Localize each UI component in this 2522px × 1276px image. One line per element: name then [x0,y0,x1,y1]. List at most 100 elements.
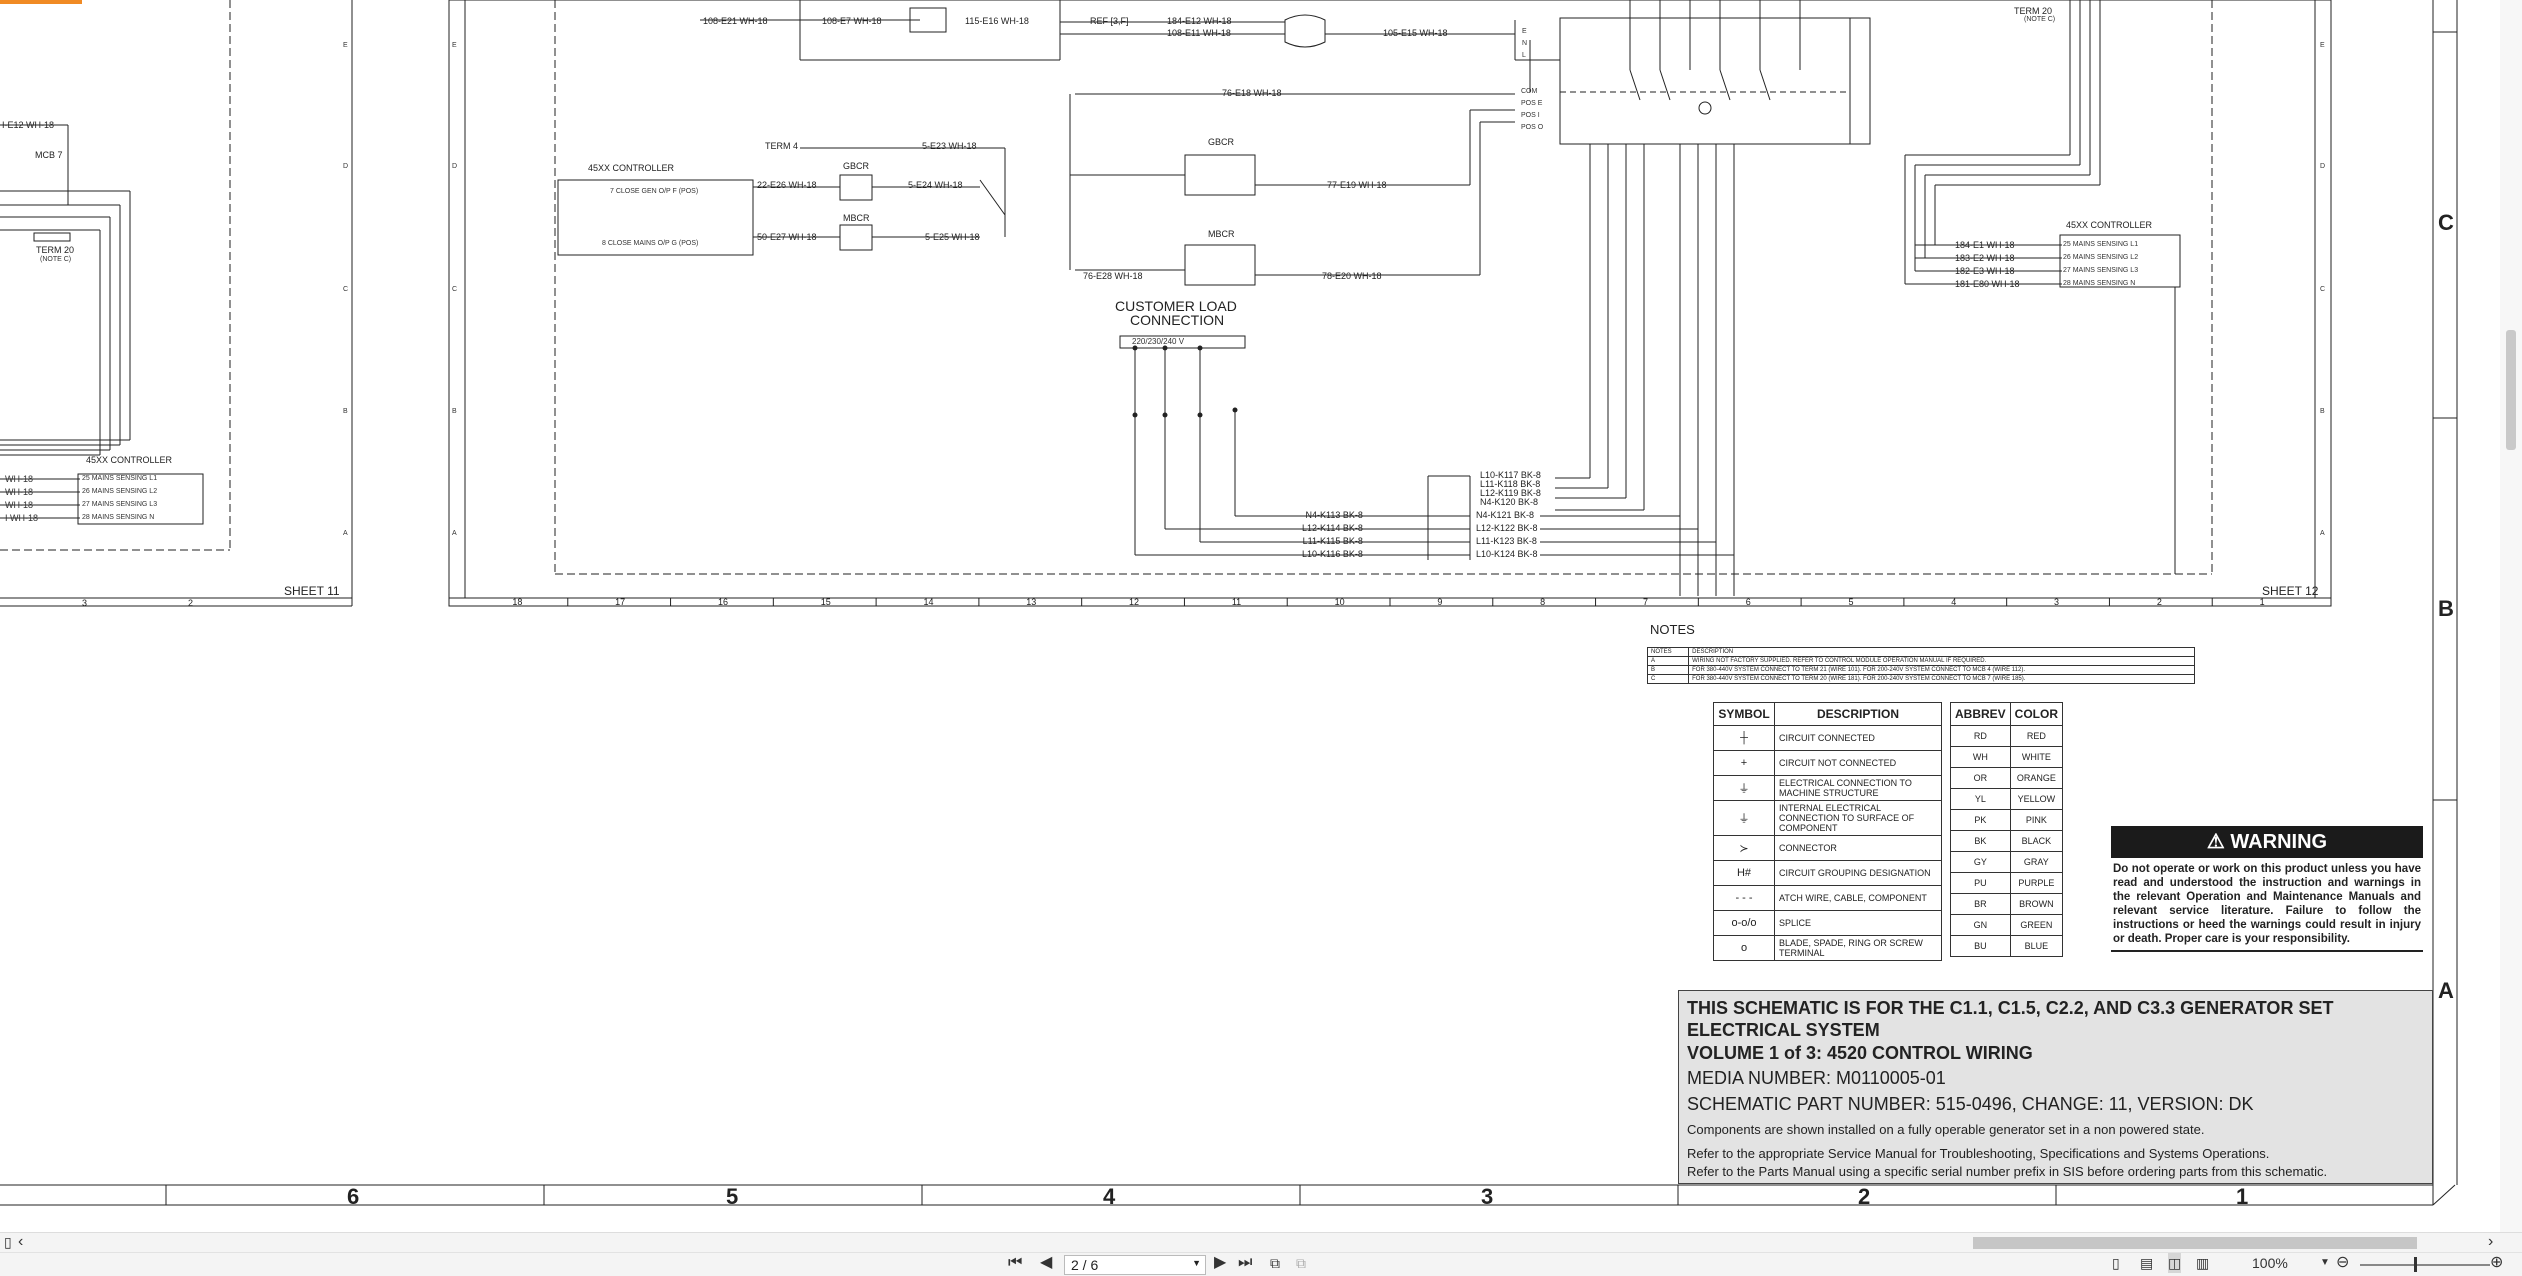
abbrev-row: BU BLUE [1950,935,2064,957]
fit-page-icon[interactable]: ⧉ [1270,1253,1280,1273]
main-zone-b: B [452,408,457,415]
scroll-left-icon[interactable]: ‹ [18,1232,23,1252]
notes-row: C FOR 380-440V SYSTEM CONNECT TO TERM 20… [1646,674,2195,684]
warning-header: ⚠ WARNING [2111,826,2423,858]
zoom-slider-handle[interactable] [2414,1257,2417,1272]
symbol-description: CIRCUIT NOT CONNECTED [1774,750,1942,776]
abbrev-code: GN [1950,914,2011,936]
right-controller-pins: 25 MAINS SENSING L1 26 MAINS SENSING L2 … [2063,241,2138,293]
symbol-description: CIRCUIT GROUPING DESIGNATION [1774,860,1942,886]
title-note-1: Components are shown installed on a full… [1687,1122,2205,1137]
left-sheet-label: SHEET 11 [284,584,340,598]
symbol-rows: ┼ CIRCUIT CONNECTED + CIRCUIT NOT CONNECTED… [1713,725,1942,961]
vertical-scrollbar[interactable] [2500,0,2522,1232]
left-wire-top: I-E12 WH-18 [2,120,55,130]
ruler-number: 5 [1848,597,1854,607]
ruler-number: 4 [1951,597,1957,607]
wire-76-e18: 76-E18 WH-18 [1222,88,1282,98]
main-controller-title: 45XX CONTROLLER [588,163,675,173]
description-header: DESCRIPTION [1774,702,1942,726]
ruler-number: 12 [1129,597,1140,607]
main-zone-a-right: A [2320,530,2325,537]
ruler-number: 3 [2054,597,2060,607]
notes-header-row: NOTES DESCRIPTION [1646,647,2195,657]
right-controller-wires: 184-E1 WH-18 183-E2 WH-18 182-E3 WH-18 1… [1955,240,2020,292]
rc-pin-3: 27 MAINS SENSING L3 [2063,267,2139,274]
scroll-right-icon[interactable]: › [2488,1232,2493,1252]
notes-row-key: B [1646,665,1690,675]
abbrev-color: BROWN [2009,893,2064,915]
abbrev-color: BLACK [2009,830,2064,852]
horizontal-scroll-thumb[interactable] [1973,1237,2417,1249]
abbrev-row: OR ORANGE [1950,767,2064,789]
warning-triangle-icon: ⚠ [2206,831,2225,853]
horizontal-scrollbar[interactable]: ▯ ‹ › [0,1232,2522,1253]
abbrev-row: GY GRAY [1950,851,2064,873]
symbol-description: CIRCUIT CONNECTED [1774,725,1942,751]
breaker-side-n: N [1522,40,1528,47]
abbrev-code: YL [1950,788,2011,810]
left-term-note: (NOTE C) [40,256,72,263]
main-zone-b-right: B [2320,408,2325,415]
abbrev-row: BK BLACK [1950,830,2064,852]
wire-77-e19: 77-E19 WH-18 [1327,180,1387,190]
symbol-table: SYMBOL DESCRIPTION ┼ CIRCUIT CONNECTED + CI… [1713,702,1942,961]
warning-box: ⚠ WARNING Do not operate or work on this… [2111,826,2423,952]
page-selector[interactable]: 2 / 6 ▼ [1064,1255,1206,1275]
left-zone-a: A [343,530,348,537]
title-note-2: Refer to the appropriate Service Manual … [1687,1146,2270,1161]
symbol-description: ELECTRICAL CONNECTION TO MACHINE STRUCTU… [1774,775,1942,801]
zoom-out-icon[interactable]: ⊖ [2336,1253,2349,1273]
left-mcb-label: MCB 7 [35,150,63,160]
left-pin-3: 27 MAINS SENSING L3 [82,501,158,508]
abbrev-color: GRAY [2009,851,2064,873]
abbrev-code: RD [1950,725,2011,747]
prev-page-icon[interactable]: ◀ [1040,1253,1052,1273]
symbol-row: + CIRCUIT NOT CONNECTED [1713,750,1942,776]
copy-icon[interactable]: ⧉ [1296,1253,1306,1273]
single-page-view-icon[interactable]: ▯ [2112,1253,2120,1273]
left-controller-wires: WH-18 WH-18 WH-18 I WH-18 [5,474,38,526]
two-page-continuous-icon[interactable]: ▥ [2196,1253,2209,1273]
ruler-number: 8 [1540,597,1546,607]
last-page-icon[interactable]: ⏭ [1238,1253,1252,1273]
term20-top-note: (NOTE C) [2024,16,2056,23]
breaker-side-e: E [1522,28,1527,35]
wire-5-e25: 5-E25 WH-18 [925,232,980,242]
abbrev-color: WHITE [2009,746,2064,768]
left-controller-title: 45XX CONTROLLER [86,455,173,465]
k-wire-l11-k123: L11-K123 BK-8 [1476,536,1537,546]
two-page-view-icon[interactable]: ◫ [2168,1253,2182,1273]
abbrev-row: WH WHITE [1950,746,2064,768]
panel-toggle-icon[interactable]: ▯ [4,1232,12,1252]
title-line-1: THIS SCHEMATIC IS FOR THE C1.1, C1.5, C2… [1687,998,2334,1018]
voltage-label: 220/230/240 V [1132,337,1185,346]
zoom-in-icon[interactable]: ⊕ [2490,1253,2503,1273]
zoom-level[interactable]: 100% [2252,1253,2288,1273]
notes-row-desc: WIRING NOT FACTORY SUPPLIED. REFER TO CO… [1688,656,2195,666]
border-zone-a: A [2438,978,2454,1003]
symbol-row: ≻ CONNECTOR [1713,835,1942,861]
rc-wire-184-e1: 184-E1 WH-18 [1955,240,2015,250]
notes-row-desc: FOR 380-440V SYSTEM CONNECT TO TERM 20 (… [1688,674,2195,684]
first-page-icon[interactable]: ⏮ [1008,1253,1022,1273]
main-zone-c: C [452,286,458,293]
rc-wire-182-e3: 182-E3 WH-18 [1955,266,2015,276]
rc-wire-181-e80: 181-E80 WH-18 [1955,279,2020,289]
zoom-dropdown-icon[interactable]: ▼ [2320,1253,2330,1273]
breaker-pin-pos-e: POS E [1521,100,1543,107]
border-col-3: 3 [1481,1184,1494,1209]
term4-label: TERM 4 [765,141,799,151]
zoom-slider[interactable] [2360,1264,2490,1266]
vertical-scroll-thumb[interactable] [2506,330,2516,450]
notes-row-key: C [1646,674,1690,684]
border-zone-b: B [2438,596,2454,621]
next-page-icon[interactable]: ▶ [1214,1253,1226,1273]
symbol-glyph: ≻ [1713,835,1775,861]
abbrev-color: PINK [2009,809,2064,831]
continuous-view-icon[interactable]: ▤ [2140,1253,2153,1273]
left-wire-1: WH-18 [5,474,34,484]
notes-title: NOTES [1650,622,1695,637]
border-col-6: 6 [347,1184,360,1209]
ruler-number: 9 [1437,597,1443,607]
